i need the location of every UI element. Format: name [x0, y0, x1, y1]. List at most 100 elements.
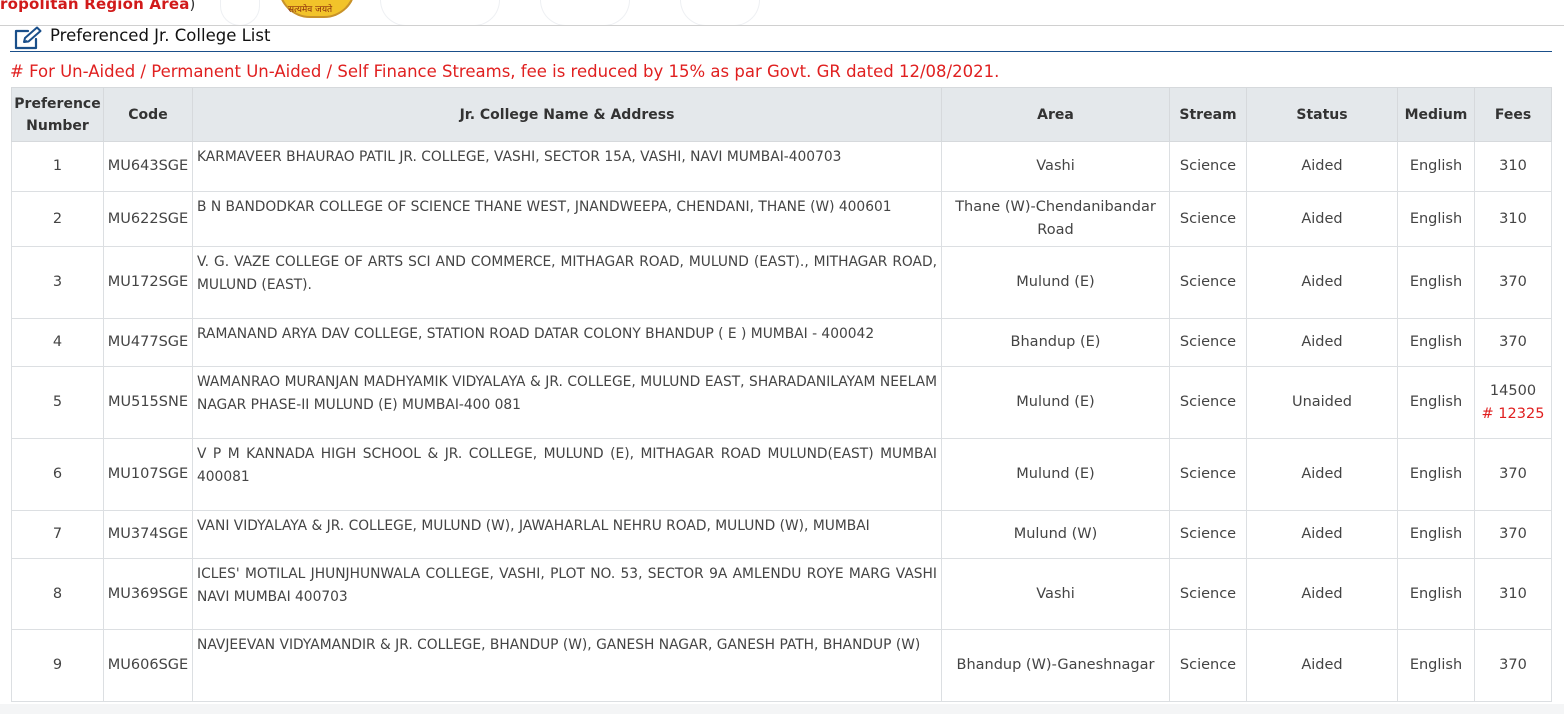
cell-stream: Science — [1169, 366, 1247, 439]
college-preference-table: Preference Number Code Jr. College Name & … — [11, 87, 1552, 702]
column-header-college-name: Jr. College Name & Address — [192, 87, 942, 142]
fee-amount: 370 — [1499, 274, 1527, 290]
fee-amount: 370 — [1499, 466, 1527, 482]
cell-college-name: WAMANRAO MURANJAN MADHYAMIK VIDYALAYA & … — [192, 366, 942, 439]
cell-college-name: V. G. VAZE COLLEGE OF ARTS SCI AND COMME… — [192, 246, 942, 319]
cell-fees: 370 — [1474, 318, 1552, 367]
fee-amount: 370 — [1499, 526, 1527, 542]
cell-preference-number: 5 — [11, 366, 104, 439]
cell-area: Mulund (E) — [941, 438, 1170, 511]
cell-area: Bhandup (W)-Ganeshnagar — [941, 629, 1170, 702]
banner-decoration — [220, 0, 260, 25]
cell-fees: 310 — [1474, 191, 1552, 247]
cell-area: Mulund (E) — [941, 246, 1170, 319]
column-header-preference-number: Preference Number — [11, 87, 104, 142]
section-title: Preferenced Jr. College List — [50, 26, 271, 45]
cell-fees: 370 — [1474, 510, 1552, 559]
table-row: 3 MU172SGE V. G. VAZE COLLEGE OF ARTS SCI … — [11, 246, 1552, 319]
fee-amount: 310 — [1499, 210, 1527, 227]
table-row: 5 MU515SNE WAMANRAO MURANJAN MADHYAMIK VID… — [11, 366, 1552, 439]
table-row: 2 MU622SGE B N BANDODKAR COLLEGE OF SCIENC… — [11, 191, 1552, 247]
column-header-medium: Medium — [1397, 87, 1475, 142]
cell-status: Aided — [1246, 141, 1398, 192]
cell-fees: 310 — [1474, 558, 1552, 630]
cell-code: MU172SGE — [103, 246, 193, 319]
cell-status: Aided — [1246, 438, 1398, 511]
cell-preference-number: 8 — [11, 558, 104, 630]
cell-code: MU606SGE — [103, 629, 193, 702]
cell-fees: 310 — [1474, 141, 1552, 192]
cell-preference-number: 6 — [11, 438, 104, 511]
cell-code: MU369SGE — [103, 558, 193, 630]
banner-decoration — [680, 0, 760, 25]
table-header-row: Preference Number Code Jr. College Name & … — [11, 87, 1552, 142]
cell-code: MU622SGE — [103, 191, 193, 247]
region-title: ropolitan Region Area) — [0, 0, 196, 13]
cell-area: Vashi — [941, 558, 1170, 630]
cell-status: Aided — [1246, 629, 1398, 702]
cell-code: MU107SGE — [103, 438, 193, 511]
cell-stream: Science — [1169, 246, 1247, 319]
fee-amount: 310 — [1499, 158, 1527, 174]
fee-amount: 14500 — [1489, 382, 1537, 399]
cell-college-name: ICLES' MOTILAL JHUNJHUNWALA COLLEGE, VAS… — [192, 558, 942, 630]
cell-preference-number: 4 — [11, 318, 104, 367]
banner-decoration — [540, 0, 630, 25]
cell-stream: Science — [1169, 629, 1247, 702]
table-row: 7 MU374SGE VANI VIDYALAYA & JR. COLLEGE, M… — [11, 510, 1552, 559]
cell-preference-number: 7 — [11, 510, 104, 559]
column-header-area: Area — [941, 87, 1170, 142]
cell-medium: English — [1397, 366, 1475, 439]
edit-icon — [14, 26, 42, 50]
column-header-stream: Stream — [1169, 87, 1247, 142]
cell-area: Bhandup (E) — [941, 318, 1170, 367]
cell-fees: 370 — [1474, 438, 1552, 511]
cell-medium: English — [1397, 141, 1475, 192]
table-row: 4 MU477SGE RAMANAND ARYA DAV COLLEGE, STAT… — [11, 318, 1552, 367]
cell-preference-number: 1 — [11, 141, 104, 192]
cell-medium: English — [1397, 318, 1475, 367]
cell-college-name: V P M KANNADA HIGH SCHOOL & JR. COLLEGE,… — [192, 438, 942, 511]
cell-stream: Science — [1169, 318, 1247, 367]
reduced-fee-note: # 12325 — [1481, 405, 1545, 422]
cell-area: Mulund (W) — [941, 510, 1170, 559]
cell-status: Aided — [1246, 558, 1398, 630]
cell-area: Thane (W)-Chendanibandar Road — [941, 191, 1170, 247]
cell-fees: 14500 # 12325 — [1474, 366, 1552, 439]
cell-medium: English — [1397, 191, 1475, 247]
table-row: 8 MU369SGE ICLES' MOTILAL JHUNJHUNWALA COL… — [11, 558, 1552, 630]
cell-college-name: NAVJEEVAN VIDYAMANDIR & JR. COLLEGE, BHA… — [192, 629, 942, 702]
cell-college-name: KARMAVEER BHAURAO PATIL JR. COLLEGE, VAS… — [192, 141, 942, 192]
column-header-status: Status — [1246, 87, 1398, 142]
cell-code: MU477SGE — [103, 318, 193, 367]
cell-code: MU643SGE — [103, 141, 193, 192]
state-emblem-logo: सत्यमेव जयते — [278, 0, 356, 18]
column-header-fees: Fees — [1474, 87, 1552, 142]
fee-amount: 310 — [1499, 585, 1527, 602]
cell-medium: English — [1397, 558, 1475, 630]
fee-amount: 370 — [1499, 657, 1527, 673]
cell-status: Aided — [1246, 246, 1398, 319]
table-row: 1 MU643SGE KARMAVEER BHAURAO PATIL JR. COL… — [11, 141, 1552, 192]
table-row: 9 MU606SGE NAVJEEVAN VIDYAMANDIR & JR. COL… — [11, 629, 1552, 702]
cell-code: MU515SNE — [103, 366, 193, 439]
cell-medium: English — [1397, 510, 1475, 559]
top-banner: ropolitan Region Area) सत्यमेव जयते — [0, 0, 1564, 26]
cell-college-name: RAMANAND ARYA DAV COLLEGE, STATION ROAD … — [192, 318, 942, 367]
cell-stream: Science — [1169, 438, 1247, 511]
cell-status: Unaided — [1246, 366, 1398, 439]
table-body: 1 MU643SGE KARMAVEER BHAURAO PATIL JR. COL… — [11, 141, 1552, 702]
cell-medium: English — [1397, 629, 1475, 702]
fee-notice: # For Un-Aided / Permanent Un-Aided / Se… — [10, 62, 1000, 81]
cell-area: Mulund (E) — [941, 366, 1170, 439]
section-header: Preferenced Jr. College List — [10, 26, 1552, 52]
fee-amount: 370 — [1499, 334, 1527, 350]
cell-preference-number: 2 — [11, 191, 104, 247]
cell-preference-number: 3 — [11, 246, 104, 319]
cell-college-name: B N BANDODKAR COLLEGE OF SCIENCE THANE W… — [192, 191, 942, 247]
page-bottom-edge — [0, 704, 1564, 714]
cell-college-name: VANI VIDYALAYA & JR. COLLEGE, MULUND (W)… — [192, 510, 942, 559]
cell-code: MU374SGE — [103, 510, 193, 559]
table-row: 6 MU107SGE V P M KANNADA HIGH SCHOOL & JR.… — [11, 438, 1552, 511]
cell-area: Vashi — [941, 141, 1170, 192]
